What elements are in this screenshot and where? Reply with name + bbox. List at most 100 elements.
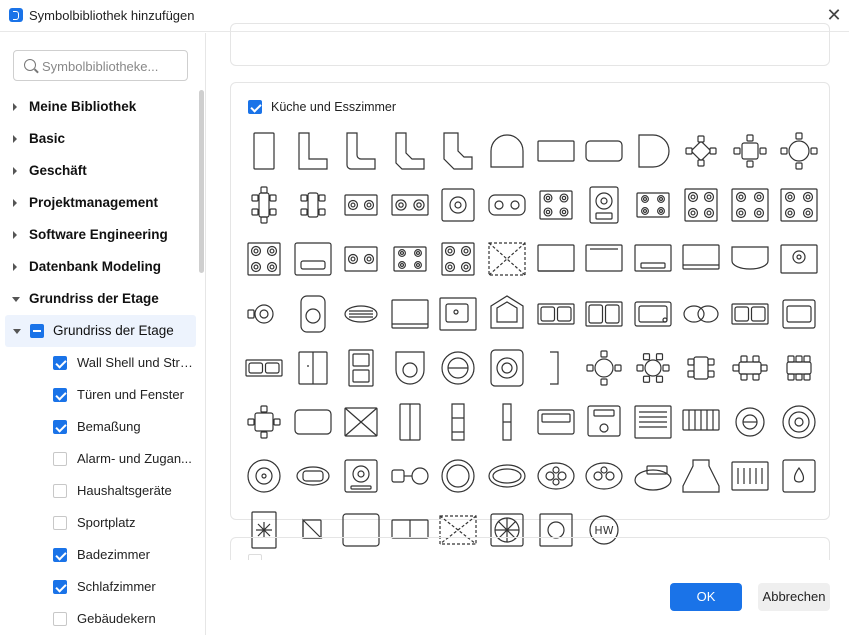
category-geschaeft[interactable]: Geschäft <box>0 155 198 187</box>
symbol-cabinet-3-icon[interactable] <box>434 398 482 446</box>
symbol-double-sink-e-icon[interactable] <box>240 344 288 392</box>
symbol-l-counter-icon[interactable] <box>289 127 337 175</box>
symbol-plate-icon[interactable] <box>434 452 482 500</box>
symbol-gas-hob-icon[interactable] <box>629 181 677 229</box>
symbol-pan-handle-icon[interactable] <box>386 452 434 500</box>
category-meine-bibliothek[interactable]: Meine Bibliothek <box>0 91 198 123</box>
symbol-water-icon-icon[interactable] <box>775 452 823 500</box>
symbol-cooktop-4c-icon[interactable] <box>434 235 482 283</box>
symbol-cooktop-4b-icon[interactable] <box>386 235 434 283</box>
symbol-cabinet-tall-icon[interactable] <box>483 398 531 446</box>
library-checkbox[interactable] <box>53 484 67 498</box>
symbol-table-4-icon[interactable] <box>677 344 725 392</box>
symbol-hob-square-icon[interactable] <box>240 235 288 283</box>
symbol-range-hood-icon[interactable] <box>677 452 725 500</box>
symbol-oven-round-icon[interactable] <box>483 344 531 392</box>
symbol-rounded-l-counter-icon[interactable] <box>337 127 385 175</box>
symbol-cabinet-base-icon[interactable] <box>677 235 725 283</box>
symbol-table-6-icon[interactable] <box>726 344 774 392</box>
library-checkbox[interactable] <box>53 420 67 434</box>
symbol-hob-4-icon[interactable] <box>677 181 725 229</box>
symbol-dining-table-4-icon[interactable] <box>289 181 337 229</box>
partial-checkbox[interactable] <box>30 324 44 338</box>
symbol-oval-plate-icon[interactable] <box>483 452 531 500</box>
symbol-dining-table-6-icon[interactable] <box>240 181 288 229</box>
symbol-island-placeholder-icon[interactable] <box>483 235 531 283</box>
symbol-sink-single-icon[interactable] <box>434 290 482 338</box>
symbol-toilet-sink-icon[interactable] <box>386 344 434 392</box>
symbol-pot-icon[interactable] <box>726 398 774 446</box>
symbol-washer-icon[interactable] <box>580 398 628 446</box>
symbol-sink-d-icon[interactable] <box>775 290 823 338</box>
library-item[interactable]: Wall Shell und Stru... <box>0 347 198 379</box>
symbol-cabinet-icon[interactable] <box>289 235 337 283</box>
library-item[interactable]: Schlafzimmer <box>0 571 198 603</box>
symbol-fridge-door-icon[interactable] <box>289 344 337 392</box>
cancel-button[interactable]: Abbrechen <box>758 583 830 611</box>
close-icon[interactable]: ✕ <box>824 5 844 25</box>
symbol-radiator-icon[interactable] <box>629 398 677 446</box>
symbol-counter-icon[interactable] <box>240 127 288 175</box>
symbol-round-table-icon[interactable] <box>775 127 823 175</box>
symbol-d-shaped-table-icon[interactable] <box>629 127 677 175</box>
library-checkbox[interactable] <box>53 548 67 562</box>
symbol-angled-l-counter-icon[interactable] <box>386 127 434 175</box>
symbol-range-icon[interactable] <box>386 290 434 338</box>
symbol-cooktop-oval-icon[interactable] <box>386 181 434 229</box>
library-checkbox[interactable] <box>53 388 67 402</box>
symbol-double-sink-icon[interactable] <box>532 290 580 338</box>
symbol-water-heater-icon[interactable] <box>289 290 337 338</box>
symbol-stove-icon[interactable] <box>580 181 628 229</box>
symbol-box-icon[interactable] <box>337 398 385 446</box>
search-input[interactable]: Symbolbibliotheke... <box>13 50 188 81</box>
symbol-cooktop-2b-icon[interactable] <box>337 235 385 283</box>
category-software-engineering[interactable]: Software Engineering <box>0 219 198 251</box>
section-checkbox[interactable] <box>248 100 262 114</box>
symbol-double-bowl-sink-icon[interactable] <box>677 290 725 338</box>
symbol-microwave-icon[interactable] <box>629 235 677 283</box>
symbol-stove-round-icon[interactable] <box>337 452 385 500</box>
symbol-counter-rounded-icon[interactable] <box>289 398 337 446</box>
library-checkbox[interactable] <box>53 612 67 626</box>
library-item[interactable]: Bemaßung <box>0 411 198 443</box>
symbol-grill-icon[interactable] <box>240 290 288 338</box>
symbol-table-square-icon[interactable] <box>240 398 288 446</box>
category-projektmanagement[interactable]: Projektmanagement <box>0 187 198 219</box>
symbol-tray-icon[interactable] <box>289 452 337 500</box>
symbol-divider-icon[interactable] <box>532 344 580 392</box>
symbol-grill-b-icon[interactable] <box>726 452 774 500</box>
symbol-table-6b-icon[interactable] <box>775 344 823 392</box>
symbol-diamond-table-icon[interactable] <box>677 127 725 175</box>
symbol-vent-icon[interactable] <box>337 290 385 338</box>
symbol-rounded-counter-icon[interactable] <box>580 127 628 175</box>
category-grundriss-der-etage[interactable]: Grundriss der Etage <box>0 283 198 315</box>
symbol-square-table-icon[interactable] <box>726 127 774 175</box>
symbol-refrigerator-icon[interactable] <box>580 235 628 283</box>
symbol-corner-counter-icon[interactable] <box>434 127 482 175</box>
symbol-hood-icon[interactable] <box>726 235 774 283</box>
library-checkbox[interactable] <box>53 356 67 370</box>
symbol-cutting-board-icon[interactable] <box>629 452 677 500</box>
symbol-oven-icon[interactable] <box>434 181 482 229</box>
sidebar-scrollbar[interactable] <box>199 90 204 273</box>
symbol-fridge-tall-icon[interactable] <box>337 344 385 392</box>
symbol-pan-icon[interactable] <box>775 398 823 446</box>
library-checkbox[interactable] <box>53 580 67 594</box>
symbol-hob-4c-icon[interactable] <box>775 181 823 229</box>
symbol-hob-4b-icon[interactable] <box>726 181 774 229</box>
library-item[interactable]: Türen und Fenster <box>0 379 198 411</box>
library-item[interactable]: Alarm- und Zugan... <box>0 443 198 475</box>
library-checkbox[interactable] <box>53 452 67 466</box>
category-datenbank-modeling[interactable]: Datenbank Modeling <box>0 251 198 283</box>
library-item[interactable]: Gebäudekern <box>0 603 198 635</box>
symbol-arched-counter-icon[interactable] <box>483 127 531 175</box>
symbol-sink-c-icon[interactable] <box>726 290 774 338</box>
symbol-dishwasher-icon[interactable] <box>532 235 580 283</box>
symbol-platter-icon[interactable] <box>532 452 580 500</box>
symbol-range-2-icon[interactable] <box>483 181 531 229</box>
symbol-table-round-4-icon[interactable] <box>580 344 628 392</box>
symbol-sink-base-icon[interactable] <box>775 235 823 283</box>
category-basic[interactable]: Basic <box>0 123 198 155</box>
symbol-corner-sink-icon[interactable] <box>483 290 531 338</box>
library-item[interactable]: Sportplatz <box>0 507 198 539</box>
